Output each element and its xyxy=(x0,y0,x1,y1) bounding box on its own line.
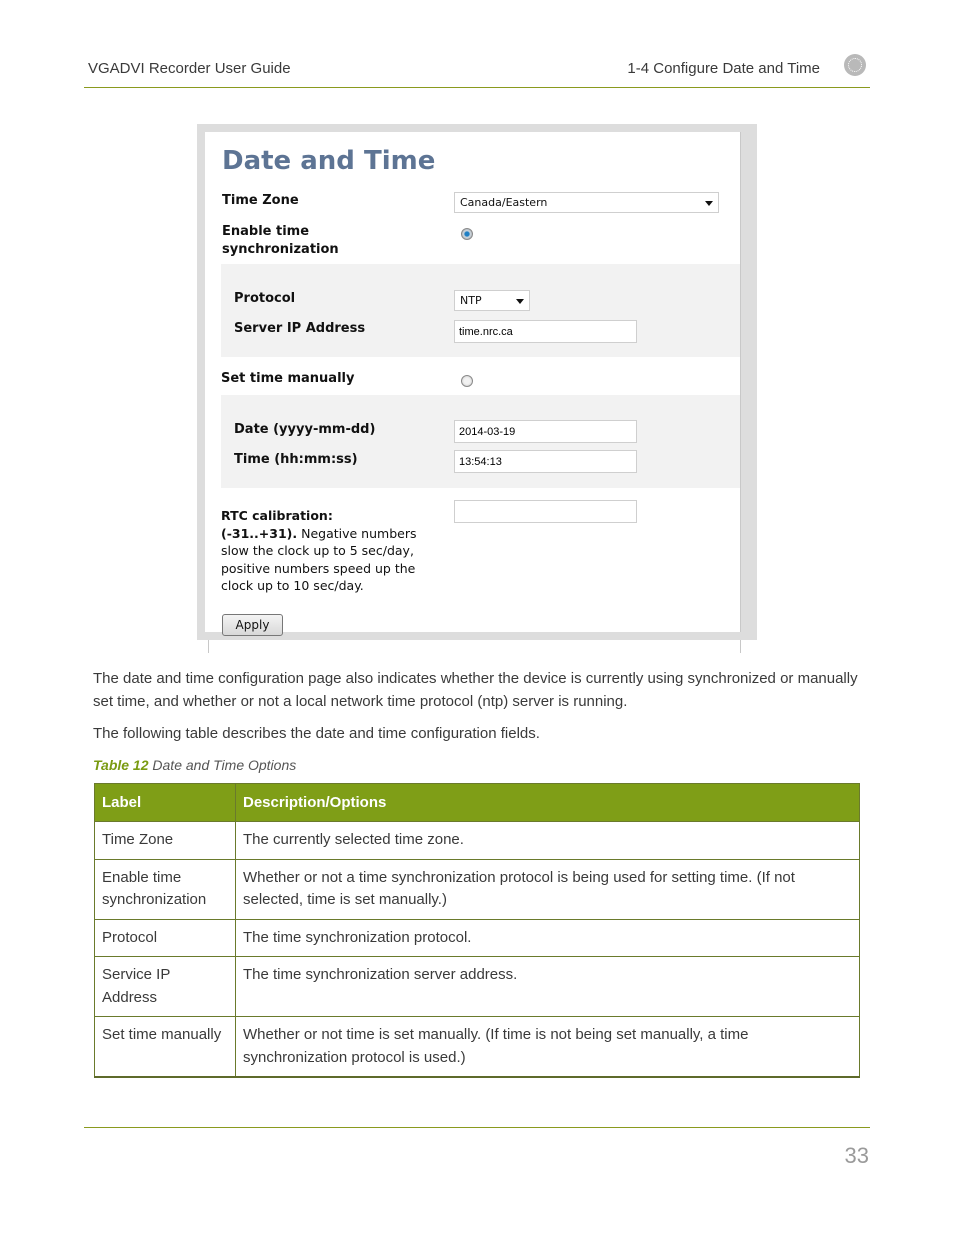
protocol-label: Protocol xyxy=(234,291,296,306)
time-label: Time (hh:mm:ss) xyxy=(234,452,358,467)
time-zone-value: Canada/Eastern xyxy=(460,196,548,209)
row-label: Set time manually xyxy=(94,1016,236,1078)
row-description: The time synchronization protocol. xyxy=(235,918,860,957)
row-label: Protocol xyxy=(94,918,236,957)
rtc-label-bold1: RTC calibration: xyxy=(221,508,333,523)
set-manual-radio[interactable] xyxy=(461,375,473,387)
table-row: Set time manually Whether or not time is… xyxy=(94,1016,860,1078)
table-row: Enable time synchronization Whether or n… xyxy=(94,858,860,920)
row-description: The currently selected time zone. xyxy=(235,821,860,860)
screenshot-title: Date and Time xyxy=(222,146,436,176)
time-input[interactable] xyxy=(454,450,637,473)
screenshot-panel: Date and Time Time Zone Canada/Eastern E… xyxy=(205,132,741,636)
sync-settings-section: Protocol NTP Server IP Address xyxy=(221,264,740,357)
row-description: Whether or not a time synchronization pr… xyxy=(235,858,860,920)
time-zone-label: Time Zone xyxy=(222,193,299,208)
enable-sync-label-line2: synchronization xyxy=(222,242,339,257)
epiphan-logo-icon xyxy=(844,54,866,76)
set-manual-label: Set time manually xyxy=(221,371,355,386)
date-time-screenshot: Date and Time Time Zone Canada/Eastern E… xyxy=(197,124,757,640)
server-ip-input[interactable] xyxy=(454,320,637,343)
page-number: 33 xyxy=(844,1143,869,1168)
body-paragraph-1: The date and time configuration page als… xyxy=(93,670,858,710)
row-description: Whether or not time is set manually. (If… xyxy=(235,1016,860,1078)
table-caption: Table 12 Date and Time Options xyxy=(93,757,296,773)
enable-sync-radio[interactable] xyxy=(461,228,473,240)
body-paragraph-2: The following table describes the date a… xyxy=(93,725,540,742)
table-caption-number: Table 12 xyxy=(93,757,149,773)
enable-sync-label: Enable time synchronization xyxy=(222,223,339,259)
server-ip-label: Server IP Address xyxy=(234,321,366,336)
screenshot-edge xyxy=(740,640,741,653)
date-label: Date (yyyy-mm-dd) xyxy=(234,422,376,437)
rtc-label-bold2: (-31..+31). xyxy=(221,525,298,541)
options-table: Label Description/Options Time Zone The … xyxy=(94,783,860,1078)
column-header-label: Label xyxy=(94,783,236,822)
time-zone-select[interactable]: Canada/Eastern xyxy=(454,192,719,213)
row-label: Time Zone xyxy=(94,821,236,860)
table-header-row: Label Description/Options xyxy=(94,783,860,822)
page-header: VGADVI Recorder User Guide 1-4 Configure… xyxy=(84,54,870,88)
protocol-value: NTP xyxy=(460,294,482,307)
protocol-select[interactable]: NTP xyxy=(454,290,530,311)
footer-divider xyxy=(84,1127,870,1128)
manual-settings-section: Date (yyyy-mm-dd) Time (hh:mm:ss) xyxy=(221,395,740,488)
table-row: Service IP Address The time synchronizat… xyxy=(94,956,860,1017)
rtc-calibration-input[interactable] xyxy=(454,500,637,523)
row-label: Service IP Address xyxy=(94,956,236,1017)
enable-sync-label-line1: Enable time xyxy=(222,224,310,239)
doc-title: VGADVI Recorder User Guide xyxy=(88,60,291,77)
table-caption-text: Date and Time Options xyxy=(148,757,297,773)
screenshot-edge xyxy=(208,640,209,653)
rtc-calibration-label: RTC calibration: (-31..+31). Negative nu… xyxy=(221,507,426,595)
row-label: Enable time synchronization xyxy=(94,858,236,920)
date-input[interactable] xyxy=(454,420,637,443)
chevron-down-icon xyxy=(705,201,713,206)
apply-button[interactable]: Apply xyxy=(222,614,283,636)
section-title: 1-4 Configure Date and Time xyxy=(627,60,820,77)
chevron-down-icon xyxy=(516,299,524,304)
table-row: Protocol The time synchronization protoc… xyxy=(94,918,860,957)
table-row: Time Zone The currently selected time zo… xyxy=(94,821,860,860)
column-header-description: Description/Options xyxy=(235,783,860,822)
row-description: The time synchronization server address. xyxy=(235,956,860,1017)
